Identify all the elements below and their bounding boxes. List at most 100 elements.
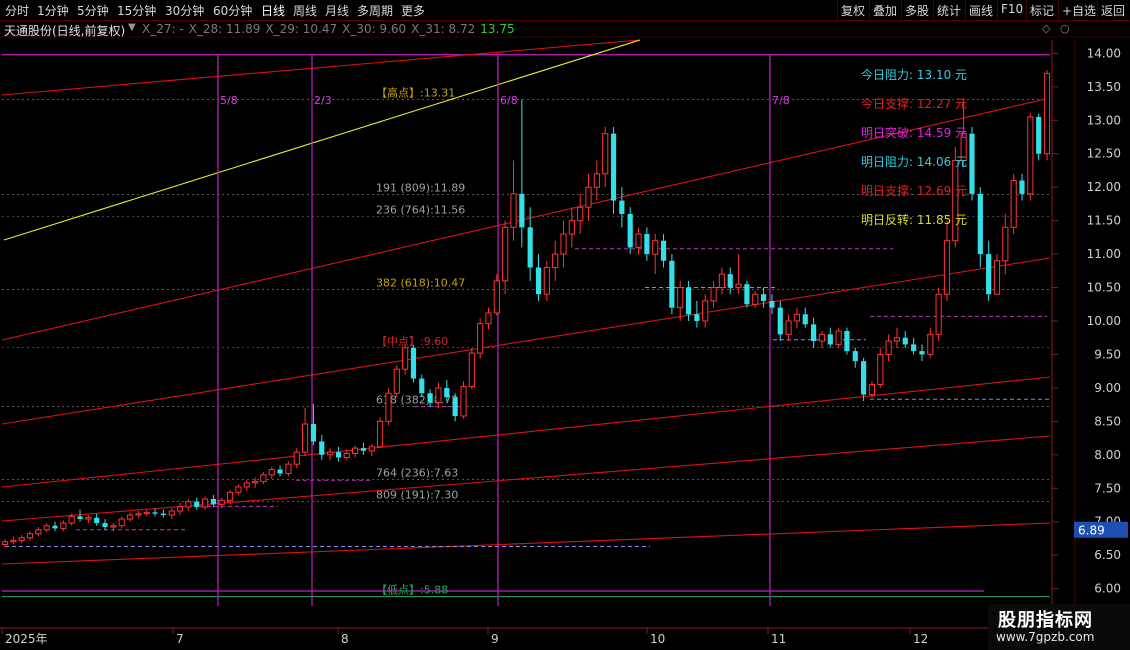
price-tick-label: 9.00 (1094, 381, 1121, 395)
candle-body-down (310, 424, 317, 442)
candle-body-down (360, 448, 367, 451)
trend-channel-line (1, 435, 1051, 522)
forecast-label: 明日突破: 14.59 元 (861, 125, 967, 140)
site-watermark: 股朋指标网 www.7gpzb.com (988, 604, 1130, 650)
candle-body-down (160, 513, 166, 516)
date-tick-label: 12 (913, 632, 928, 646)
candle-body-up (118, 518, 125, 527)
fib-level-label: 382 (618):10.47 (376, 277, 465, 290)
candle-body-down (319, 441, 325, 455)
candle-body-down (52, 525, 58, 529)
candle-body-up (377, 420, 384, 448)
candle-body-up (735, 283, 742, 289)
candle-body-up (18, 537, 25, 541)
watermark-url: www.7gpzb.com (996, 630, 1095, 644)
candle-body-up (368, 446, 375, 452)
candle-body-up (68, 515, 75, 524)
candle-body-up (1002, 226, 1009, 262)
fib-level-label: 【低点】:5.88 (376, 584, 448, 597)
candle-body-up (110, 525, 117, 528)
date-tick-label: 8 (341, 632, 349, 646)
candle-body-up (251, 481, 259, 484)
candle-body-down (277, 469, 283, 474)
fib-level-label: 191 (809):11.89 (376, 182, 465, 195)
candle-body-up (168, 510, 175, 516)
candle-body-down (427, 393, 433, 403)
candle-body-down (535, 267, 542, 295)
candle-body-up (260, 474, 267, 483)
candle-body-up (135, 513, 142, 516)
candle-body-down (194, 501, 200, 507)
candle-body-up (785, 320, 792, 335)
candle-body-up (226, 491, 234, 501)
candle-body-up (868, 384, 876, 396)
kline-chart[interactable]: 【高点】:13.31 191 (809):11.89 236 (764):11.56… (0, 0, 1130, 650)
candle-body-down (902, 337, 908, 345)
candle-body-down (802, 314, 808, 325)
candle-body-down (452, 397, 458, 417)
candle-body-down (152, 512, 158, 514)
candle-body-down (210, 498, 216, 505)
price-tick-label: 13.50 (1087, 80, 1121, 94)
candle-body-up (877, 353, 884, 386)
price-tick-label: 9.50 (1094, 347, 1121, 361)
candle-body-up (577, 206, 584, 222)
candle-body-down (977, 193, 983, 255)
candle-body-up (402, 347, 409, 370)
candle-body-down (444, 387, 450, 398)
candle-body-down (77, 516, 83, 520)
price-tick-label: 13.00 (1087, 113, 1121, 127)
trend-channel-line (1, 376, 1051, 488)
candle-body-up (952, 159, 959, 242)
candle-body-up (485, 312, 492, 325)
price-tick-label: 12.00 (1087, 180, 1121, 194)
candle-body-up (126, 514, 134, 520)
candle-body-up (477, 323, 484, 354)
candle-body-down (519, 193, 525, 228)
candle-body-up (993, 260, 1001, 295)
forecast-label: 明日支撑: 12.69 元 (861, 183, 967, 198)
candle-body-down (685, 287, 692, 315)
candle-body-up (435, 387, 442, 404)
candle-body-up (302, 423, 309, 453)
candle-body-up (293, 451, 300, 465)
candle-body-up (143, 511, 150, 515)
candle-body-up (568, 220, 575, 235)
candle-body-up (818, 333, 826, 342)
candle-body-up (393, 368, 400, 394)
price-tick-label: 10.50 (1087, 281, 1121, 295)
forecast-label: 今日支撑: 12.27 元 (861, 96, 967, 111)
date-tick-label: 2025年 (5, 632, 48, 646)
candle-body-down (844, 331, 850, 352)
price-tick-label: 7.50 (1094, 481, 1121, 495)
forecast-label: 明日反转: 11.85 元 (861, 212, 967, 227)
candle-body-down (419, 378, 425, 394)
candle-body-down (94, 517, 100, 524)
fib-level-label: 【中点】:9.60 (376, 335, 448, 348)
candle-body-up (543, 266, 550, 295)
price-tick-label: 10.00 (1087, 314, 1121, 328)
candle-body-down (694, 314, 700, 321)
candle-body-up (343, 452, 350, 458)
candle-body-down (827, 334, 833, 345)
candle-body-up (60, 522, 67, 529)
candle-body-up (502, 226, 509, 282)
candle-body-down (619, 200, 625, 214)
price-tick-label: 6.00 (1094, 582, 1121, 596)
candle-body-up (585, 186, 592, 208)
candle-body-up (468, 352, 475, 388)
date-tick-label: 7 (176, 632, 184, 646)
fib-time-label: 2/3 (314, 94, 332, 107)
candle-body-up (243, 482, 250, 488)
candle-body-up (752, 293, 759, 305)
candle-body-up (268, 469, 275, 476)
candle-body-up (35, 529, 42, 535)
candle-body-up (185, 501, 192, 508)
candle-body-down (669, 260, 675, 308)
candle-body-down (627, 213, 633, 248)
price-tick-label: 11.00 (1087, 247, 1121, 261)
candle-body-down (911, 344, 917, 352)
candle-body-up (43, 525, 50, 531)
price-tick-label: 11.50 (1087, 214, 1121, 228)
candle-body-down (660, 240, 667, 261)
